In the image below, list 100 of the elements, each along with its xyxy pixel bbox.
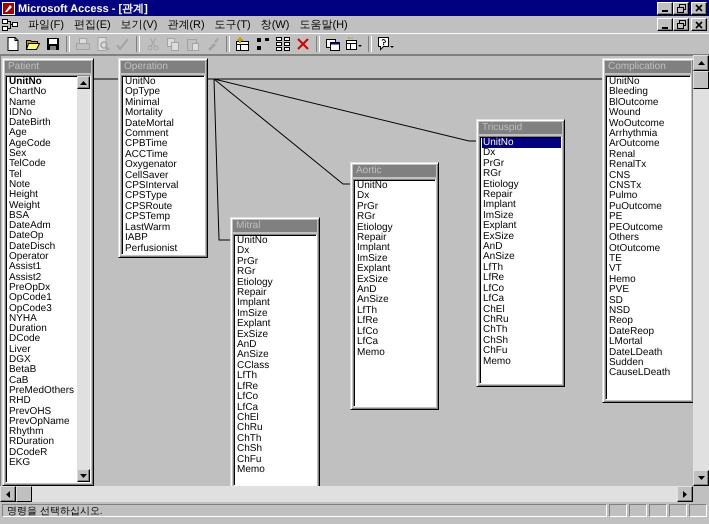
field-item[interactable]: PrevOpName <box>8 416 77 428</box>
field-item[interactable]: ImSize <box>356 254 435 264</box>
field-item[interactable]: Explant <box>482 221 561 232</box>
field-item[interactable]: Sex <box>8 149 77 160</box>
field-item[interactable]: ChEl <box>482 304 561 315</box>
field-item[interactable]: VT <box>608 264 690 275</box>
field-item[interactable]: PreMedOthers <box>8 386 77 396</box>
field-item[interactable]: DateLDeath <box>608 348 690 358</box>
field-item[interactable]: Dx <box>236 246 316 257</box>
field-item[interactable]: CaB <box>8 376 77 386</box>
field-item[interactable]: AnSize <box>482 252 561 263</box>
field-item[interactable]: Operator <box>8 252 77 262</box>
field-item[interactable]: Etiology <box>356 222 435 234</box>
field-item[interactable]: CNS <box>608 170 690 182</box>
field-item[interactable]: ChEl <box>236 412 316 424</box>
field-item[interactable]: LfRe <box>356 316 435 327</box>
table-window[interactable]: Aortic UnitNo Dx PrGr RGr Etiology Repair Implant ImSize Explant ExSize AnD AnSize LfTh LfRe LfCo LfCa Memo <box>350 162 439 410</box>
field-item[interactable]: Minimal <box>124 98 204 108</box>
menu-item[interactable]: 창(W) <box>256 17 294 32</box>
field-item[interactable]: CellSaver <box>124 170 204 182</box>
field-item[interactable]: OpCode1 <box>8 293 77 304</box>
field-item[interactable]: CPSInterval <box>124 181 204 192</box>
field-item[interactable]: Hemo <box>608 274 690 286</box>
field-item[interactable]: Arrhythmia <box>608 129 690 140</box>
field-item[interactable]: UnitNo <box>356 181 435 192</box>
field-item[interactable]: LfCo <box>356 326 435 338</box>
field-item[interactable]: CPBTime <box>124 139 204 150</box>
field-item[interactable]: Implant <box>482 200 561 211</box>
field-item[interactable]: NSD <box>608 306 690 316</box>
field-item[interactable]: PreOpDx <box>8 282 77 294</box>
menu-item[interactable]: 관계(R) <box>163 17 209 32</box>
field-item[interactable]: Explant <box>236 319 316 330</box>
field-item[interactable]: Pulmo <box>608 191 690 202</box>
field-item[interactable]: ChRu <box>236 423 316 434</box>
field-item[interactable]: ImSize <box>482 210 561 222</box>
field-item[interactable]: Tel <box>8 170 77 180</box>
field-item[interactable]: LfTh <box>236 371 316 382</box>
field-item[interactable]: Explant <box>356 264 435 275</box>
field-item[interactable]: LastWarm <box>124 222 204 234</box>
field-item[interactable]: PrGr <box>236 256 316 268</box>
field-item[interactable]: AnSize <box>356 295 435 306</box>
field-item[interactable]: BSA <box>8 210 77 222</box>
field-item[interactable]: LfCo <box>482 284 561 294</box>
field-item[interactable]: BetaB <box>8 365 77 376</box>
field-item[interactable]: RGr <box>482 169 561 180</box>
menu-item[interactable]: 편집(E) <box>70 17 115 32</box>
table-window[interactable]: Mitral UnitNo Dx PrGr RGr Etiology Repair Implant ImSize Explant ExSize AnD AnSize CClass LfTh LfRe LfCo LfCa ChEl ChRu ChTh ChSh ChFu Memo <box>230 217 320 486</box>
field-item[interactable]: ChTh <box>236 434 316 444</box>
menu-item[interactable]: 보기(V) <box>116 17 162 32</box>
menu-item[interactable]: 도움말(H) <box>295 17 352 32</box>
field-item[interactable]: LfCa <box>356 337 435 348</box>
field-item[interactable]: DGX <box>8 355 77 366</box>
field-item[interactable]: DateOp <box>8 231 77 242</box>
field-item[interactable]: Assist2 <box>8 272 77 283</box>
field-item[interactable]: TE <box>608 254 690 264</box>
field-item[interactable]: PrGr <box>482 158 561 170</box>
field-item[interactable]: Liver <box>8 344 77 356</box>
field-item[interactable]: LfTh <box>356 306 435 316</box>
field-item[interactable]: LMortal <box>608 337 690 348</box>
field-item[interactable]: DateDisch <box>8 242 77 252</box>
field-item[interactable]: TelCode <box>8 159 77 170</box>
table-window[interactable]: Tricuspid UnitNo Dx PrGr RGr Etiology Repair Implant ImSize Explant ExSize AnD AnSize LfTh LfRe LfCo LfCa ChEl ChRu ChTh ChSh ChFu Memo <box>476 119 565 387</box>
field-item[interactable]: ChRu <box>482 314 561 326</box>
field-item[interactable]: ExSize <box>236 330 316 340</box>
field-item[interactable]: SD <box>608 296 690 306</box>
field-item[interactable]: WoOutcome <box>608 118 690 130</box>
field-item[interactable]: DateMortal <box>124 118 204 130</box>
field-item[interactable]: CPSType <box>124 191 204 202</box>
field-item[interactable]: PEOutcome <box>608 222 690 234</box>
field-item[interactable]: UnitNo <box>124 77 204 88</box>
field-item[interactable]: Renal <box>608 150 690 160</box>
field-item[interactable]: CNSTx <box>608 181 690 192</box>
field-item[interactable]: OpType <box>124 87 204 98</box>
field-item[interactable]: AgeCode <box>8 138 77 150</box>
field-item[interactable]: Repair <box>482 190 561 200</box>
field-item[interactable]: Weight <box>8 200 77 211</box>
field-item[interactable]: ImSize <box>236 308 316 320</box>
field-item[interactable]: NYHA <box>8 314 77 324</box>
field-item[interactable]: Dx <box>356 191 435 202</box>
field-item[interactable]: CauseLDeath <box>608 368 690 379</box>
field-item[interactable]: AnSize <box>236 350 316 361</box>
field-item[interactable]: ACCTime <box>124 150 204 160</box>
field-item[interactable]: Duration <box>8 324 77 334</box>
field-item[interactable]: Reop <box>608 316 690 327</box>
field-item[interactable]: Repair <box>236 288 316 298</box>
field-item[interactable]: Oxygenator <box>124 160 204 171</box>
field-item[interactable]: Memo <box>356 348 435 358</box>
field-item[interactable]: ChFu <box>482 346 561 357</box>
field-item[interactable]: Name <box>8 98 77 108</box>
field-item[interactable]: RHD <box>8 396 77 406</box>
field-item[interactable]: CPSRoute <box>124 202 204 212</box>
field-item[interactable]: ChFu <box>236 454 316 465</box>
field-item[interactable]: Memo <box>482 356 561 367</box>
field-item[interactable]: ChSh <box>236 444 316 455</box>
field-item[interactable]: Sudden <box>608 358 690 368</box>
field-item[interactable]: CPSTemp <box>124 212 204 223</box>
menu-item[interactable]: 파일(F) <box>24 17 68 32</box>
field-item[interactable]: LfRe <box>482 273 561 284</box>
field-item[interactable]: Mortality <box>124 108 204 119</box>
table-window[interactable]: Operation UnitNo OpType Minimal Mortality DateMortal Comment CPBTime ACCTime Oxygenator CellSaver CPSInterval CPSType CPSRoute CPSTemp LastWarm IABP Perfusionist <box>118 58 208 258</box>
